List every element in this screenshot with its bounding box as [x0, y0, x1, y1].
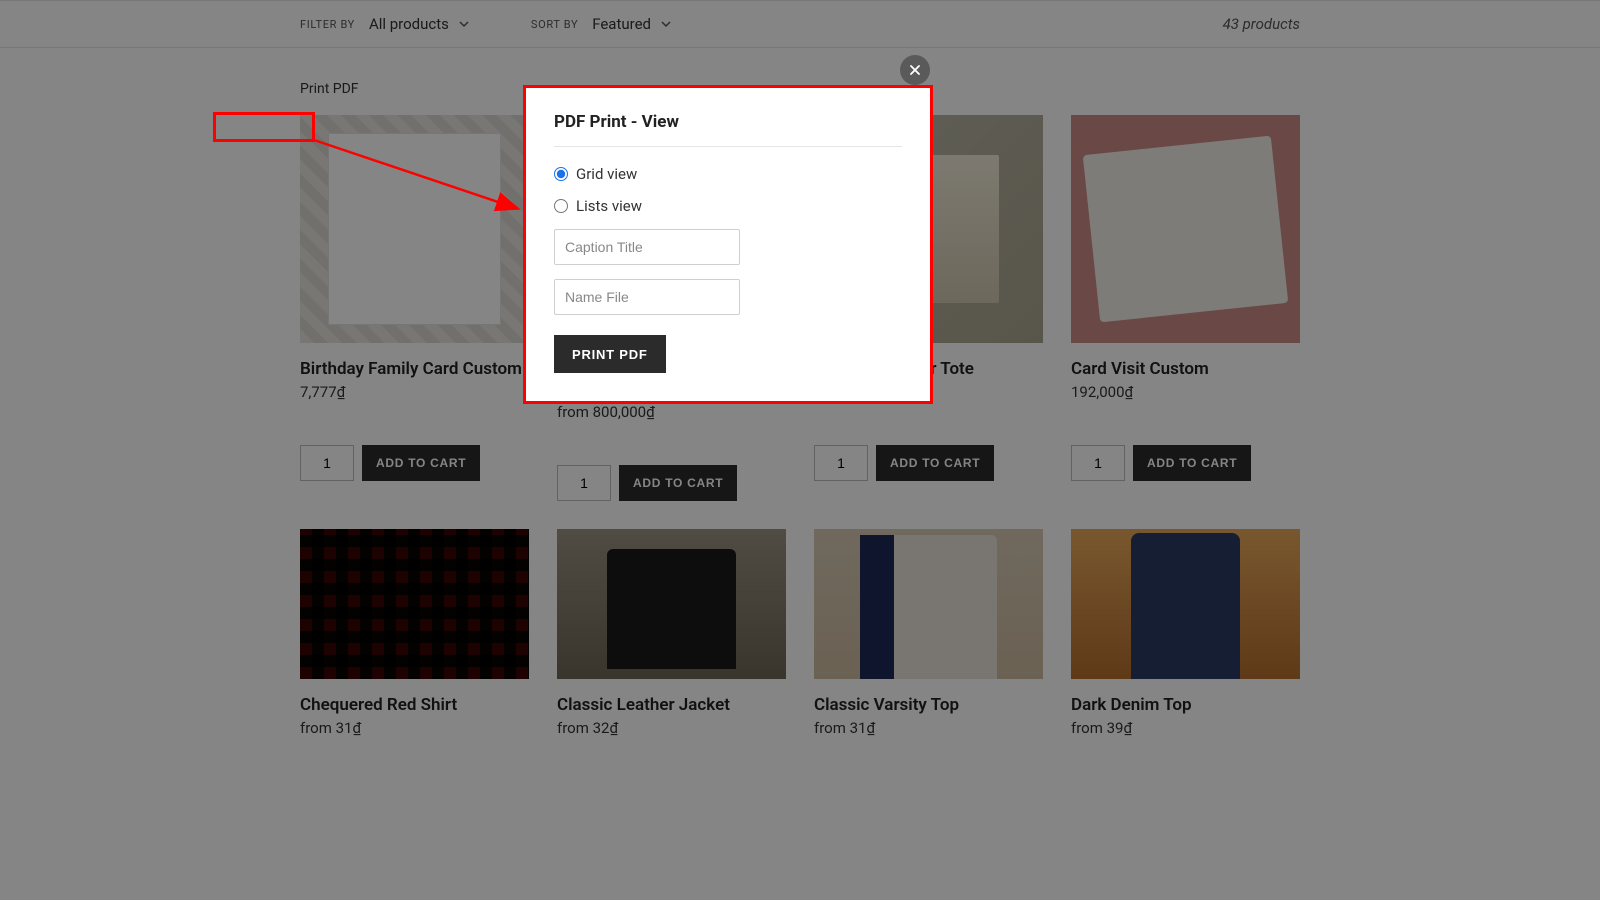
radio-lists-view-input[interactable] — [554, 199, 568, 213]
close-icon — [909, 64, 921, 76]
modal-close-button[interactable] — [900, 55, 930, 85]
pdf-print-modal: PDF Print - View Grid view Lists view PR… — [523, 85, 933, 404]
radio-lists-view-label: Lists view — [576, 197, 642, 215]
caption-title-input[interactable] — [554, 229, 740, 265]
name-file-input[interactable] — [554, 279, 740, 315]
radio-grid-view[interactable]: Grid view — [554, 165, 902, 183]
radio-grid-view-input[interactable] — [554, 167, 568, 181]
radio-grid-view-label: Grid view — [576, 165, 637, 183]
radio-lists-view[interactable]: Lists view — [554, 197, 902, 215]
modal-title: PDF Print - View — [554, 112, 902, 147]
print-pdf-submit-button[interactable]: PRINT PDF — [554, 335, 666, 373]
